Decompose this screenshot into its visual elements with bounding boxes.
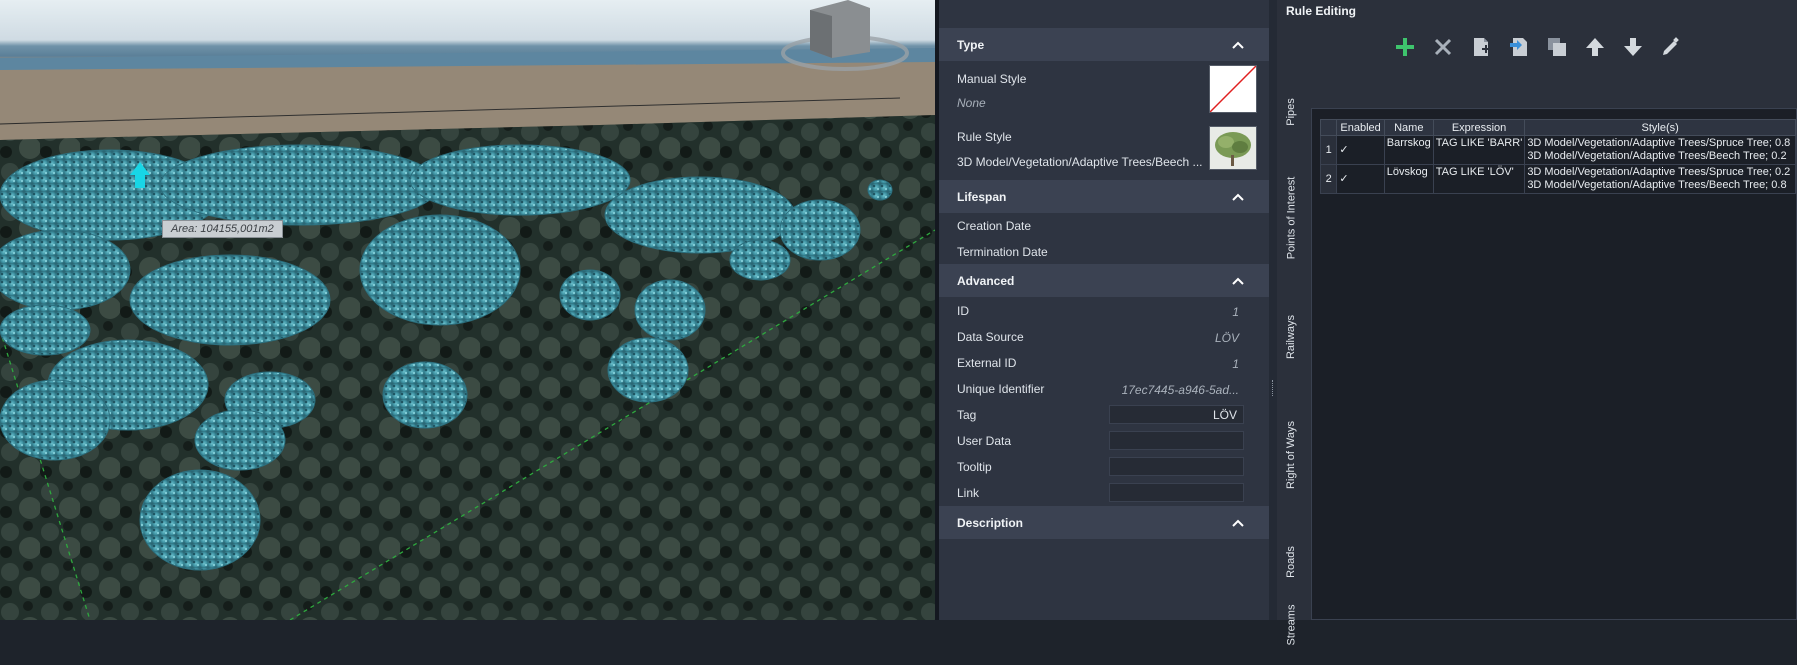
chevron-up-icon[interactable] [1231,190,1245,204]
import-icon [1510,38,1527,56]
external-id-value: 1 [1232,357,1239,371]
enabled-checkbox[interactable]: ✓ [1336,135,1385,165]
move-down-button[interactable] [1620,34,1646,60]
chevron-up-icon[interactable] [1231,516,1245,530]
3d-viewport[interactable]: Area: 104155,001m2 [0,0,935,620]
rule-name[interactable]: Barrskog [1383,135,1434,165]
row-number: 2 [1319,164,1338,194]
creation-date-label: Creation Date [957,219,1032,233]
rule-style-label: Rule Style [957,130,1012,144]
tab-pipes[interactable]: Pipes [1281,97,1301,127]
advanced-section-title: Advanced [957,273,1015,288]
style-line: 3D Model/Vegetation/Adaptive Trees/Beech… [1527,150,1787,162]
properties-panel: Type Manual Style None Rule Style 3D Mod… [939,0,1269,620]
rule-expression[interactable]: TAG LIKE 'BARR' [1432,135,1526,165]
tag-label: Tag [957,408,977,422]
unique-identifier-value: 17ec7445-a946-5ad... [1121,383,1239,397]
rule-table-area: Enabled Name Expression Style(s) 1 ✓ Bar… [1311,108,1797,620]
import-rule-button[interactable] [1506,34,1532,60]
row-number: 1 [1319,135,1338,165]
move-up-button[interactable] [1582,34,1608,60]
column-header-styles[interactable]: Style(s) [1524,119,1796,136]
new-document-icon [1474,38,1490,56]
lifespan-section-header[interactable]: Lifespan [939,180,1269,213]
rule-table: Enabled Name Expression Style(s) 1 ✓ Bar… [1319,119,1796,194]
table-row[interactable]: 2 ✓ Lövskog TAG LIKE 'LÖV' 3D Model/Vege… [1319,164,1796,194]
rule-styles[interactable]: 3D Model/Vegetation/Adaptive Trees/Spruc… [1524,164,1796,194]
enabled-checkbox[interactable]: ✓ [1336,164,1385,194]
no-style-icon [1209,65,1257,113]
terrain-scene [0,0,935,620]
tab-streams[interactable]: Streams [1281,585,1301,665]
delete-rule-button[interactable] [1430,34,1456,60]
advanced-section-header[interactable]: Advanced [939,264,1269,297]
termination-date-label: Termination Date [957,245,1048,259]
link-field[interactable] [1109,483,1244,502]
edit-rule-button[interactable] [1658,34,1684,60]
rule-expression[interactable]: TAG LIKE 'LÖV' [1432,164,1526,194]
layer-tabs: Pipes Points of Interest Railways Right … [1277,85,1305,645]
style-line: 3D Model/Vegetation/Adaptive Trees/Spruc… [1527,166,1791,178]
manual-style-label: Manual Style [957,72,1027,86]
tooltip-field[interactable] [1109,457,1244,476]
manual-style-swatch[interactable] [1209,65,1257,113]
column-header-name[interactable]: Name [1383,119,1434,136]
area-measurement-label: Area: 104155,001m2 [162,220,283,238]
table-row[interactable]: 1 ✓ Barrskog TAG LIKE 'BARR' 3D Model/Ve… [1319,135,1796,165]
rule-toolbar [1392,32,1684,62]
lifespan-section-title: Lifespan [957,189,1007,204]
rule-editing-title: Rule Editing [1286,4,1356,18]
data-source-label: Data Source [957,330,1024,344]
rule-name[interactable]: Lövskog [1383,164,1434,194]
move-down-icon [1624,38,1642,56]
add-rule-button[interactable] [1392,34,1418,60]
style-line: 3D Model/Vegetation/Adaptive Trees/Spruc… [1527,137,1791,149]
external-id-label: External ID [957,356,1017,370]
type-section-title: Type [957,37,985,52]
move-up-icon [1586,38,1604,56]
rule-styles[interactable]: 3D Model/Vegetation/Adaptive Trees/Spruc… [1524,135,1796,165]
tab-railways[interactable]: Railways [1281,277,1301,397]
delete-icon [1434,38,1452,56]
description-section-title: Description [957,515,1024,530]
manual-style-value: None [957,96,986,110]
unique-identifier-label: Unique Identifier [957,382,1045,396]
data-source-value: LÖV [1214,331,1239,345]
rule-editing-panel: Rule Editing Pipes Points of Interest Ra… [1277,0,1797,645]
link-label: Link [957,486,980,500]
style-line: 3D Model/Vegetation/Adaptive Trees/Beech… [1527,179,1787,191]
user-data-label: User Data [957,434,1012,448]
id-value: 1 [1232,305,1239,319]
id-label: ID [957,304,969,318]
edit-icon [1663,37,1679,55]
user-data-field[interactable] [1109,431,1244,450]
panel-divider[interactable] [1269,0,1277,620]
tab-right-of-ways[interactable]: Right of Ways [1281,395,1301,515]
chevron-up-icon[interactable] [1231,38,1245,52]
column-header-enabled[interactable]: Enabled [1336,119,1385,136]
column-header-expression[interactable]: Expression [1432,119,1526,136]
tab-points-of-interest[interactable]: Points of Interest [1281,160,1301,275]
tooltip-label: Tooltip [957,460,992,474]
copy-rule-button[interactable] [1544,34,1570,60]
type-section-header[interactable]: Type [939,28,1269,61]
tag-field[interactable]: LÖV [1109,405,1244,424]
row-number-header [1319,119,1338,136]
tree-thumbnail-icon [1209,126,1257,170]
new-rule-document-button[interactable] [1468,34,1494,60]
add-icon [1396,38,1414,56]
description-section-header[interactable]: Description [939,506,1269,539]
copy-icon [1548,38,1566,56]
chevron-up-icon[interactable] [1231,274,1245,288]
rule-style-value: 3D Model/Vegetation/Adaptive Trees/Beech… [957,155,1203,169]
divider-grip-icon[interactable] [1272,380,1275,396]
